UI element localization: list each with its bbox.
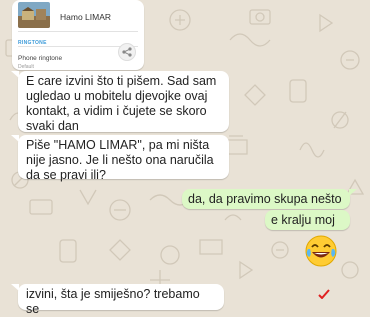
message-text: da, da pravimo skupa nešto	[188, 192, 342, 206]
ringtone-header: Hamo LIMAR	[18, 0, 138, 30]
incoming-message[interactable]: E care izvini što ti pišem. Sad sam ugle…	[11, 71, 229, 133]
outgoing-message[interactable]: e kralju moj	[265, 210, 350, 230]
song-thumbnail	[18, 2, 50, 28]
red-check-icon	[318, 286, 330, 300]
message-text: izvini, šta je smiješno? trebamo se	[26, 287, 200, 316]
ringtone-card[interactable]: Hamo LIMAR RINGTONE Phone ringtone Defau…	[12, 0, 144, 70]
bubble-tail	[11, 135, 19, 142]
incoming-message[interactable]: Piše "HAMO LIMAR", pa mi ništa nije jasn…	[11, 135, 229, 182]
message-text: e kralju moj	[271, 213, 335, 227]
outgoing-message[interactable]: da, da pravimo skupa nešto	[182, 189, 357, 209]
share-icon[interactable]	[118, 43, 136, 61]
laughing-emoji-icon[interactable]	[304, 234, 338, 268]
ringtone-footer: Phone ringtone Default	[18, 43, 138, 70]
bubble-tail	[11, 284, 19, 291]
incoming-message[interactable]: izvini, šta je smiješno? trebamo se	[11, 284, 224, 316]
ringtone-title: Hamo LIMAR	[60, 12, 112, 22]
message-text: E care izvini što ti pišem. Sad sam ugle…	[26, 74, 217, 133]
bubble-tail	[349, 189, 357, 196]
message-text: Piše "HAMO LIMAR", pa mi ništa nije jasn…	[26, 138, 214, 182]
bubble-tail	[11, 71, 19, 78]
